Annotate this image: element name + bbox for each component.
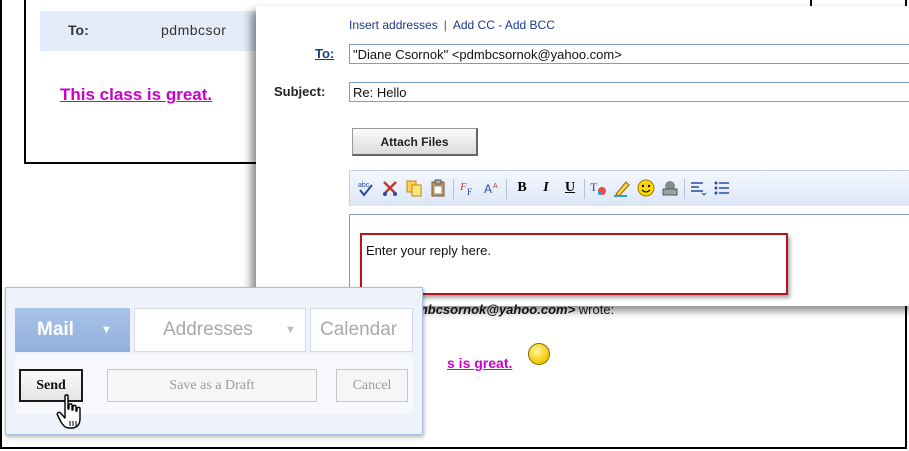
- mail-tabs: Mail ▼ Addresses ▼ Calendar: [15, 308, 413, 352]
- smiley-icon: [528, 343, 550, 365]
- svg-text:F: F: [467, 187, 472, 197]
- tab-mail[interactable]: Mail ▼: [15, 308, 130, 352]
- message-body-link[interactable]: This class is great.: [60, 85, 212, 105]
- subject-label: Subject:: [274, 84, 326, 99]
- to-field-label[interactable]: To:: [315, 46, 334, 61]
- paste-icon[interactable]: [428, 178, 448, 198]
- to-field[interactable]: "Diane Csornok" <pdmbcsornok@yahoo.com>: [349, 44, 909, 64]
- stationery-icon[interactable]: [660, 178, 680, 198]
- text-color-icon[interactable]: T: [588, 178, 608, 198]
- compose-panel: Insert addresses | Add CC - Add BCC To: "D…: [256, 6, 909, 306]
- tab-mail-label: Mail: [37, 319, 74, 340]
- add-cc-bcc-link[interactable]: Add CC - Add BCC: [453, 18, 555, 32]
- toolbar-separator: [453, 179, 454, 199]
- tab-addresses-label: Addresses: [163, 319, 253, 340]
- address-links: Insert addresses | Add CC - Add BCC: [349, 18, 555, 32]
- chevron-down-icon[interactable]: ▼: [285, 324, 296, 336]
- insert-addresses-link[interactable]: Insert addresses: [349, 18, 438, 32]
- copy-icon[interactable]: [404, 178, 424, 198]
- svg-text:A: A: [484, 182, 492, 196]
- cut-icon[interactable]: [380, 178, 400, 198]
- emoticon-icon[interactable]: [636, 178, 656, 198]
- svg-text:abc: abc: [358, 182, 370, 189]
- cancel-button[interactable]: Cancel: [336, 369, 408, 402]
- bold-icon[interactable]: B: [512, 178, 532, 198]
- save-draft-button[interactable]: Save as a Draft: [107, 369, 317, 402]
- font-icon[interactable]: FF: [458, 178, 478, 198]
- font-size-icon[interactable]: AA: [482, 178, 502, 198]
- chevron-down-icon[interactable]: ▼: [101, 324, 112, 336]
- svg-text:T: T: [590, 180, 598, 194]
- formatting-toolbar: abc FF AA B I U T: [349, 170, 909, 206]
- toolbar-separator: [684, 179, 685, 199]
- reply-placeholder: Enter your reply here.: [366, 243, 492, 258]
- svg-text:F: F: [459, 181, 467, 193]
- underline-icon[interactable]: U: [560, 178, 580, 198]
- tab-calendar[interactable]: Calendar: [310, 308, 413, 352]
- tab-addresses[interactable]: Addresses ▼: [134, 308, 306, 352]
- to-label: To:: [68, 22, 89, 38]
- quoted-wrote: wrote:: [578, 302, 615, 317]
- highlight-icon[interactable]: [612, 178, 632, 198]
- hand-cursor-icon: [56, 394, 86, 435]
- reply-callout[interactable]: Enter your reply here.: [360, 233, 788, 295]
- toolbar-separator: [506, 179, 507, 199]
- svg-text:A: A: [493, 183, 498, 190]
- link-separator: |: [443, 18, 447, 32]
- tab-calendar-label: Calendar: [320, 319, 398, 340]
- message-editor[interactable]: Enter your reply here.: [349, 214, 909, 306]
- to-value: pdmbcsor: [161, 22, 227, 38]
- bullet-list-icon[interactable]: [712, 178, 732, 198]
- mail-action-panel: Mail ▼ Addresses ▼ Calendar Send Save as…: [5, 287, 423, 435]
- toolbar-separator: [584, 179, 585, 199]
- attach-files-button[interactable]: Attach Files: [352, 128, 478, 156]
- spellcheck-icon[interactable]: abc: [356, 178, 376, 198]
- subject-field[interactable]: Re: Hello: [349, 82, 909, 102]
- align-icon[interactable]: [688, 178, 708, 198]
- quoted-body-link[interactable]: s is great.: [447, 355, 512, 371]
- italic-icon[interactable]: I: [536, 178, 556, 198]
